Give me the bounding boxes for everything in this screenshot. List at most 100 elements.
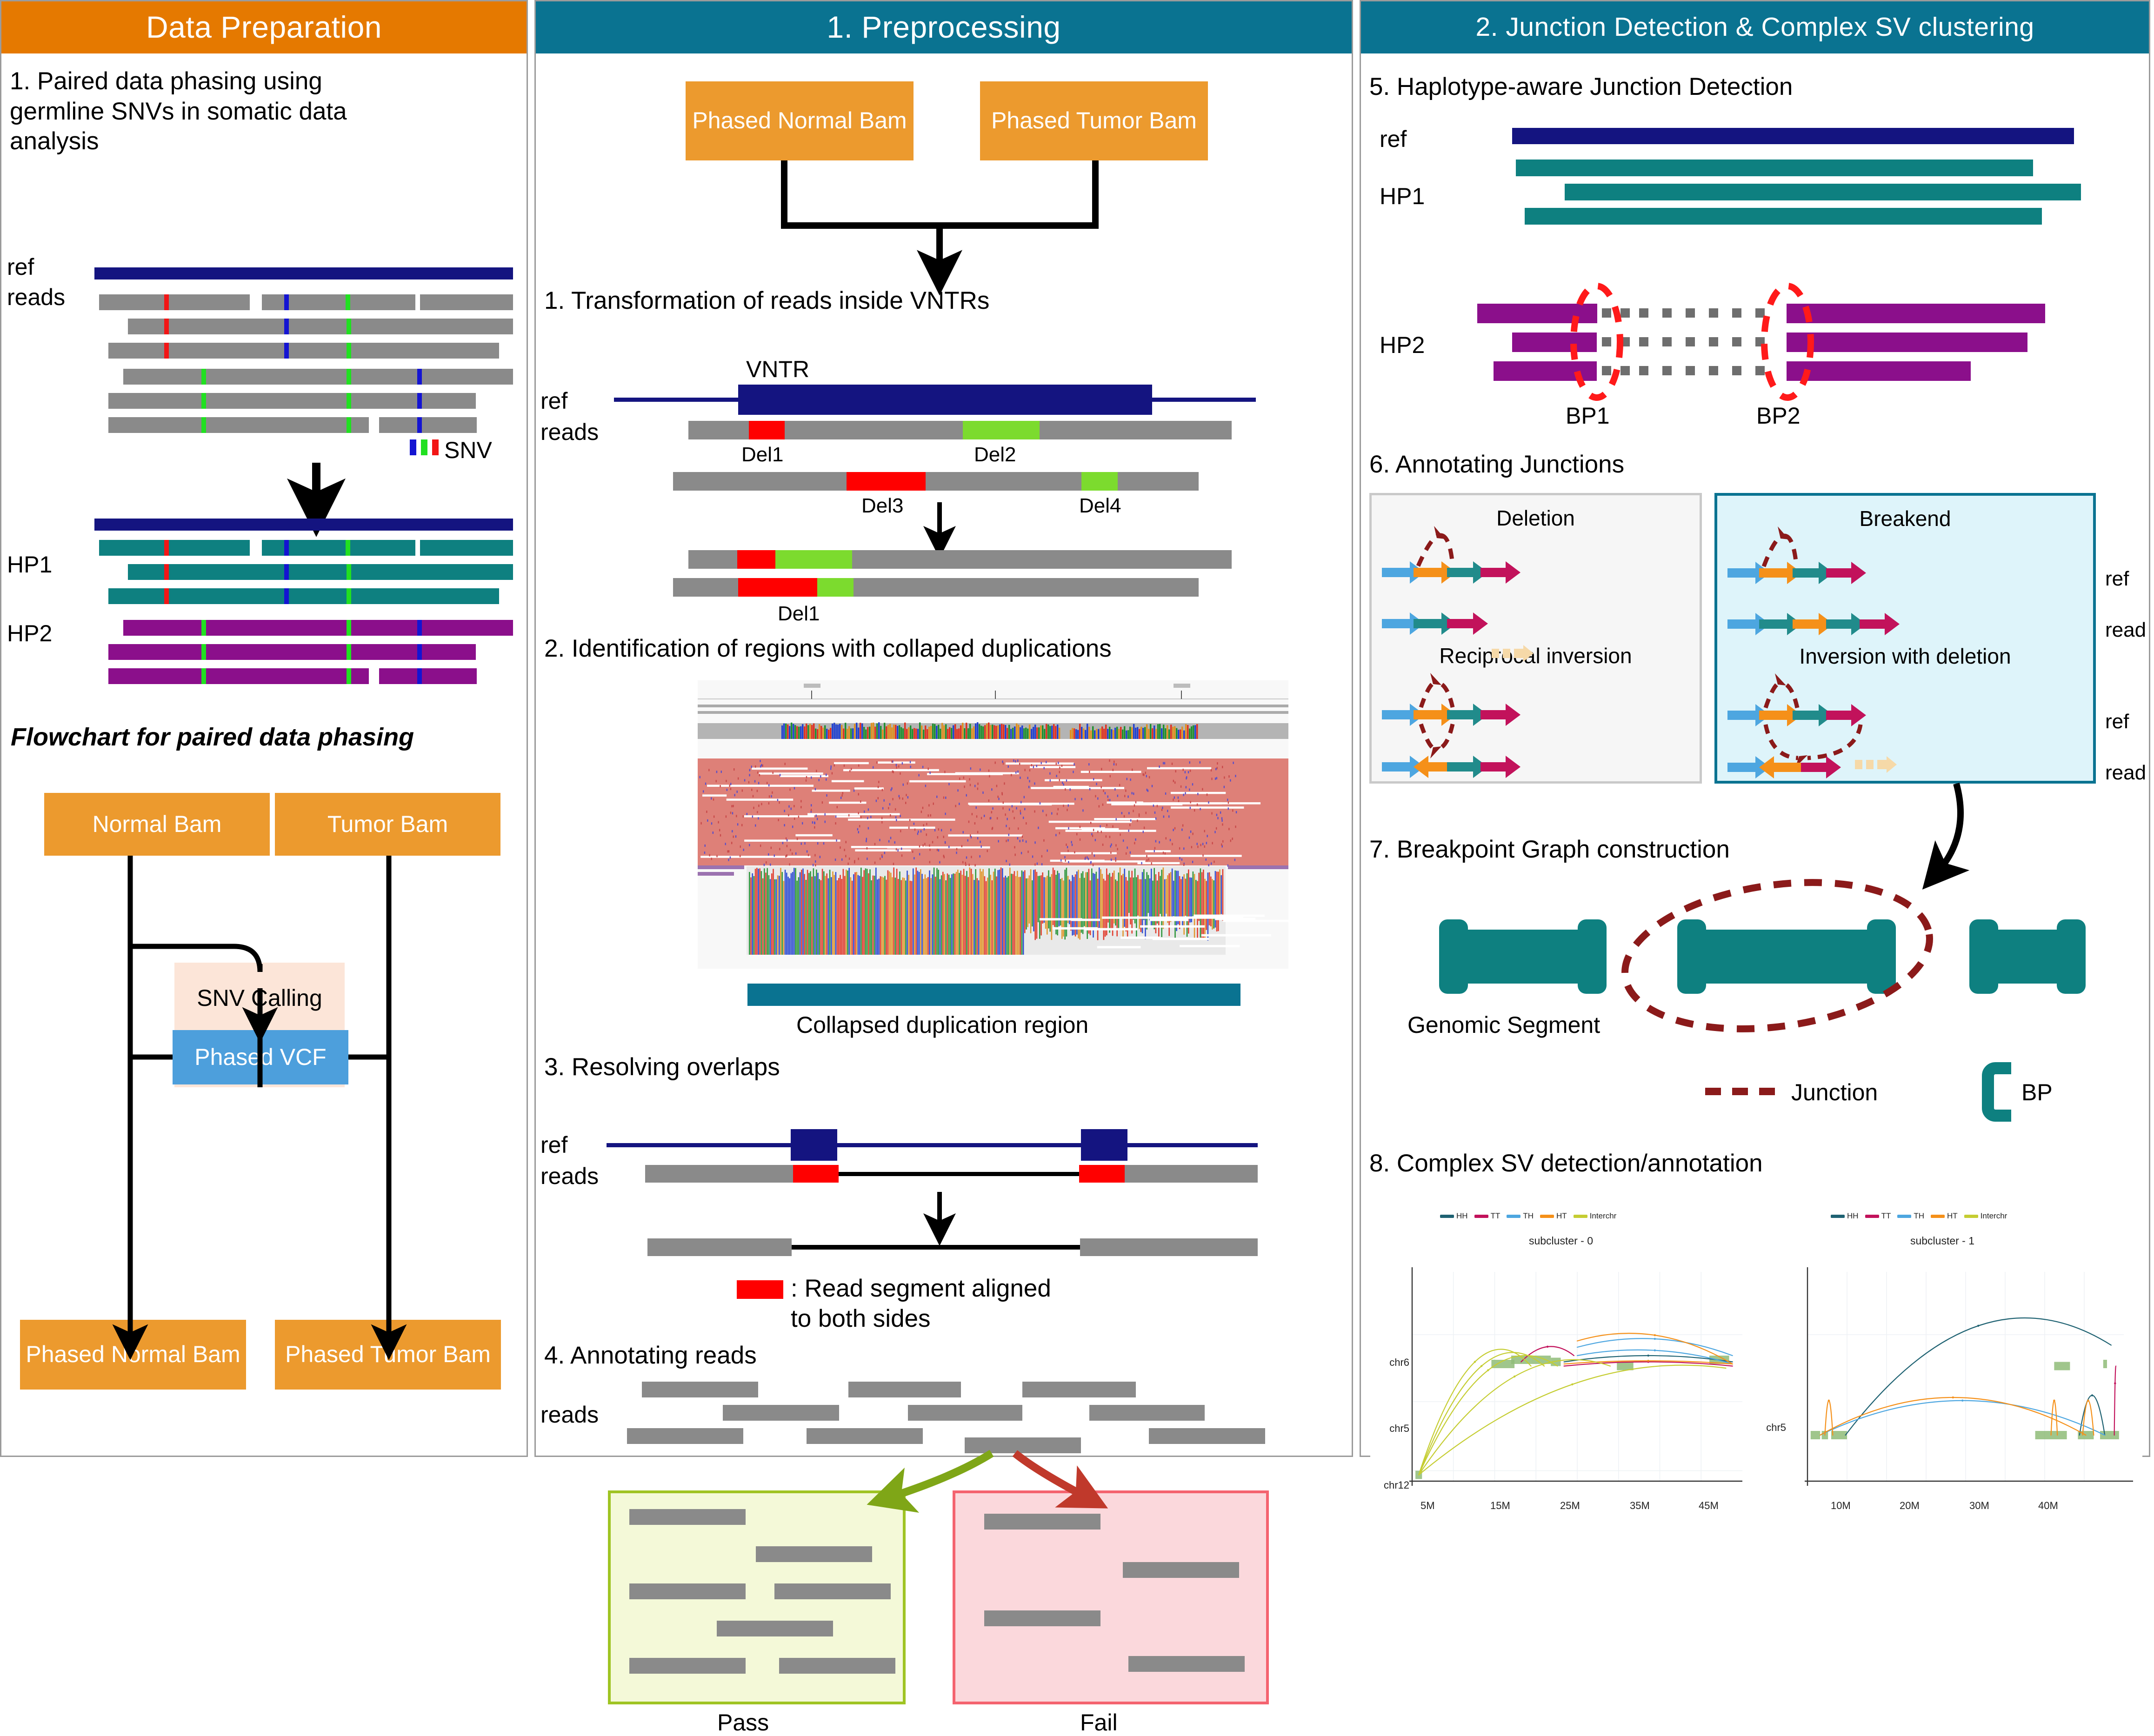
p2-vntr-read-out [688,550,1232,569]
panel3-body: 5. Haplotype-aware Junction Detection re… [1361,53,2149,1511]
pass-read [629,1509,746,1525]
p3-hp2-read-right [1787,304,2045,323]
pass-read [756,1546,872,1562]
p2-step2-title: 2. Identification of regions with collap… [544,635,1112,662]
p2-resolved-read-right [1080,1238,1258,1256]
overlap-red-left [793,1165,839,1183]
p3-hp1-read [1565,184,2081,200]
p3-hp1-label: HP1 [1380,183,1425,209]
p2-resolved-read-left [647,1238,792,1256]
snv-marker-blue [284,319,289,334]
p2-reads-label-2: reads [540,1163,599,1189]
p1-read [262,294,415,310]
p2-ann-read [1149,1428,1265,1444]
p2-collapsed-caption: Collapsed duplication region [796,1012,1089,1038]
snv-marker-green [346,294,350,310]
panel-preprocessing: 1. Preprocessing Phased Normal Bam Phase… [534,0,1353,1736]
chart0-xtick-1: 5M [1420,1500,1435,1511]
p2-ref-line-2 [607,1143,1258,1147]
del-segment-green [775,550,852,569]
snv-marker-blue [284,564,289,580]
snv-marker-green [347,588,351,604]
p2-del1-label: Del1 [741,443,784,466]
p2-vntr-read-out [673,578,1199,597]
pass-read [779,1658,895,1674]
snv-marker-green [347,668,351,684]
p2-ann-read [627,1428,743,1444]
p3-ref-tag-1: ref [2105,567,2129,590]
p1-read [99,294,250,310]
p1-arrow-layer [287,463,346,537]
snv-marker-blue [284,588,289,604]
p2-pass-label: Pass [717,1709,769,1736]
p2-overlap-read-right [1125,1165,1258,1183]
p2-dup-block-right [1081,1129,1127,1161]
p2-ann-read [908,1405,1022,1421]
p2-overlap-read-left [645,1165,794,1183]
p1-hp1-read [108,588,499,604]
pass-box [608,1490,906,1704]
p3-junction-legend-label: Junction [1791,1079,1878,1105]
fail-box [953,1490,1269,1704]
snv-marker-green [201,644,206,660]
p1-ref-label: ref [7,254,34,280]
genomic-segment-1 [1439,919,1607,996]
snv-marker-green [347,620,351,636]
p2-red-legend-text: : Read segment aligned to both sides [791,1275,1051,1332]
genomic-segment-3 [1969,919,2086,996]
p1-vcf-arrow [242,988,278,1043]
fail-read [984,1610,1100,1626]
del-segment-green [817,578,854,597]
p3-hp2-read-left [1512,333,1597,352]
p3-bp-legend-label: BP [2021,1079,2053,1105]
p2-fail-label: Fail [1080,1709,1118,1736]
panel3-header: 2. Junction Detection & Complex SV clust… [1361,1,2149,53]
snv-marker-blue [417,668,422,684]
p2-del3-label: Del3 [861,494,904,517]
chart1-xtick-1: 10M [1831,1500,1851,1511]
snv-marker-green [347,564,351,580]
p1-flowchart-lines [112,856,407,1360]
snv-legend-red [432,439,439,455]
p1-hp1-read [128,564,513,580]
p1-hp1-label: HP1 [7,552,53,578]
snv-marker-green [201,369,206,385]
p2-ref-label-2: ref [540,1132,568,1158]
snv-marker-blue [417,369,422,385]
normal-bam-box[interactable]: Normal Bam [44,793,270,856]
snv-marker-red [164,294,169,310]
p3-bp2-label: BP2 [1756,403,1801,429]
p3-genomic-segment-label: Genomic Segment [1407,1012,1600,1038]
snv-marker-blue [417,644,422,660]
p1-hp2-read [379,668,477,684]
snv-marker-blue [284,540,289,556]
tumor-bam-box[interactable]: Tumor Bam [275,793,500,856]
p2-phased-tumor-bam-box[interactable]: Phased Tumor Bam [980,81,1208,160]
subcluster-chart-0: HH TT TH HT Interchr subcluster - 0 chr6… [1370,1202,1752,1511]
del-segment-red [738,578,817,597]
p2-phased-normal-bam-box[interactable]: Phased Normal Bam [686,81,914,160]
panel1-header: Data Preparation [1,1,527,53]
p3-read-tag-2: read [2105,761,2147,784]
snv-marker-red [164,564,169,580]
p1-hp2-label: HP2 [7,620,53,646]
snv-marker-green [347,644,351,660]
p3-hp2-read-right [1787,333,2027,352]
p2-step4-title: 4. Annotating reads [544,1342,757,1369]
panel2-body: Phased Normal Bam Phased Tumor Bam 1. Tr… [536,53,1352,1736]
snv-marker-green [201,620,206,636]
phased-vcf-box[interactable]: Phased VCF [173,1030,348,1084]
p1-read [420,294,513,310]
phased-tumor-bam-box[interactable]: Phased Tumor Bam [275,1320,501,1390]
phased-normal-bam-box[interactable]: Phased Normal Bam [20,1320,246,1390]
collapsed-duplication-bar [747,984,1240,1006]
p1-ref-line-top [94,267,513,279]
p3-hp2-label: HP2 [1380,332,1425,358]
p1-hp1-read [420,540,513,556]
p1-hp2-read [123,620,513,636]
p2-ann-read [807,1428,923,1444]
del-segment-green [963,421,1040,439]
snv-marker-green [201,393,206,409]
p3-hp1-read [1516,160,2033,176]
pass-read [629,1583,746,1599]
